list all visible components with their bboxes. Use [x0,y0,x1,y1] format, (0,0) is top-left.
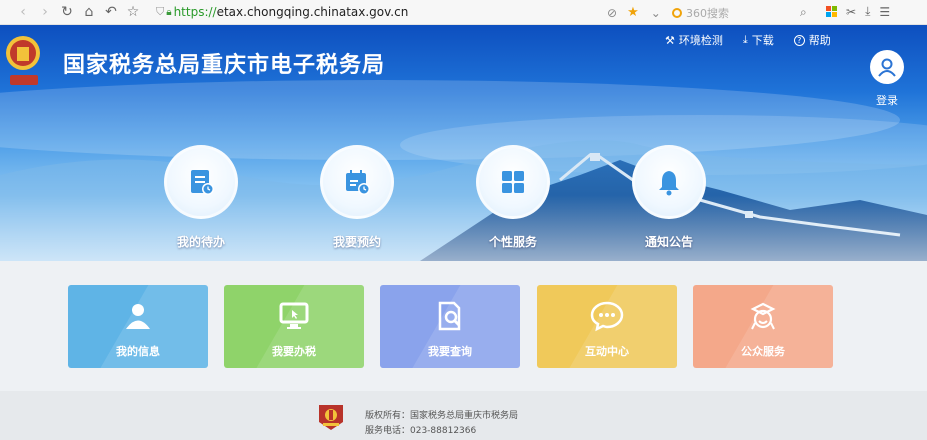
search-doc-icon [438,301,461,331]
footer-phone: 服务电话：023-88812366 [365,426,477,436]
search-input[interactable]: 360搜索 [672,4,812,21]
user-avatar-icon [870,50,904,84]
service-icon [750,302,776,330]
search-icon[interactable]: ⌕ [800,5,807,20]
tile-query[interactable]: 我要查询 [380,285,520,368]
hero-item-label: 我要预约 [332,235,381,249]
link-help[interactable]: ? 帮助 [793,32,831,48]
tile-label: 公众服务 [741,345,785,358]
hero-banner: 国家税务总局重庆市电子税务局 ⚒ 环境检测 ⤓ 下载 ? 帮助 登录 我的待办 … [0,25,927,261]
chevron-down-icon[interactable]: ⌄ [651,6,661,20]
hero-item-label: 通知公告 [644,235,693,249]
download-icon: ⤓ [742,33,748,46]
login-label: 登录 [876,94,898,107]
user-icon [126,304,150,329]
grid-icon [476,145,550,219]
tile-label: 我要办税 [272,345,316,358]
lock-icon: 🔒︎ [166,6,172,18]
menu-icon[interactable]: ☰ [879,5,890,19]
tile-label: 我的信息 [116,345,160,358]
hero-item-label: 个性服务 [488,235,537,249]
undo-close-button[interactable]: ↶ [100,4,122,20]
tile-label: 互动中心 [585,345,629,358]
tile-public-service[interactable]: 公众服务 [693,285,833,368]
bell-icon [632,145,706,219]
reader-icon[interactable]: ⊘ [607,6,617,20]
tile-my-info[interactable]: 我的信息 [68,285,208,368]
footer: 版权所有：国家税务总局重庆市税务局 服务电话：023-88812366 [0,391,927,440]
url-host: etax.chongqing.chinatax.gov.cn [216,5,409,19]
refresh-button[interactable]: ↻ [56,4,78,20]
tax-badge-logo [319,405,343,430]
download-icon[interactable]: ⤓ [865,4,870,19]
footer-copyright: 版权所有：国家税务总局重庆市税务局 [365,411,519,421]
help-icon: ? [793,34,805,46]
search-placeholder: 360搜索 [686,6,729,20]
hero-item-notice[interactable]: 通知公告 [614,145,724,250]
tile-handle-tax[interactable]: 我要办税 [224,285,364,368]
address-bar[interactable]: ⛉ 🔒︎ https:// etax.chongqing.chinatax.go… [156,5,596,19]
hero-item-appointment[interactable]: 我要预约 [302,145,412,250]
forward-button[interactable]: › [34,4,56,20]
link-download[interactable]: ⤓ 下载 [743,32,774,48]
todo-icon [164,145,238,219]
monitor-icon [279,302,309,329]
link-label: 下载 [751,34,774,47]
hero-item-todo[interactable]: 我的待办 [146,145,256,250]
shield-icon: ⛉ [156,5,165,18]
tile-label: 我要查询 [428,345,472,358]
link-label: 帮助 [808,34,831,47]
home-button[interactable]: ⌂ [78,4,100,20]
site-title: 国家税务总局重庆市电子税务局 [63,53,386,78]
tile-interaction[interactable]: 互动中心 [537,285,677,368]
back-button[interactable]: ‹ [12,4,34,20]
tools-icon: ⚒ [665,33,675,47]
apps-icon[interactable] [826,6,837,17]
favorite-button[interactable]: ☆ [122,4,144,20]
chat-icon [590,301,624,332]
star-icon[interactable]: ★ [627,5,639,20]
url-scheme: https:// [173,5,217,19]
hero-item-personal-service[interactable]: 个性服务 [458,145,568,250]
link-label: 环境检测 [678,34,723,47]
login-button[interactable]: 登录 [868,50,906,108]
tax-emblem-logo [6,36,40,85]
hero-item-label: 我的待办 [176,235,225,249]
search-engine-icon [672,7,682,18]
calendar-icon [320,145,394,219]
link-environment-check[interactable]: ⚒ 环境检测 [665,32,723,48]
browser-toolbar: ‹ › ↻ ⌂ ↶ ☆ ⛉ 🔒︎ https:// etax.chongqing… [0,0,927,25]
header-links: ⚒ 环境检测 ⤓ 下载 ? 帮助 [665,32,831,48]
scissors-icon[interactable]: ✂ [846,5,856,19]
